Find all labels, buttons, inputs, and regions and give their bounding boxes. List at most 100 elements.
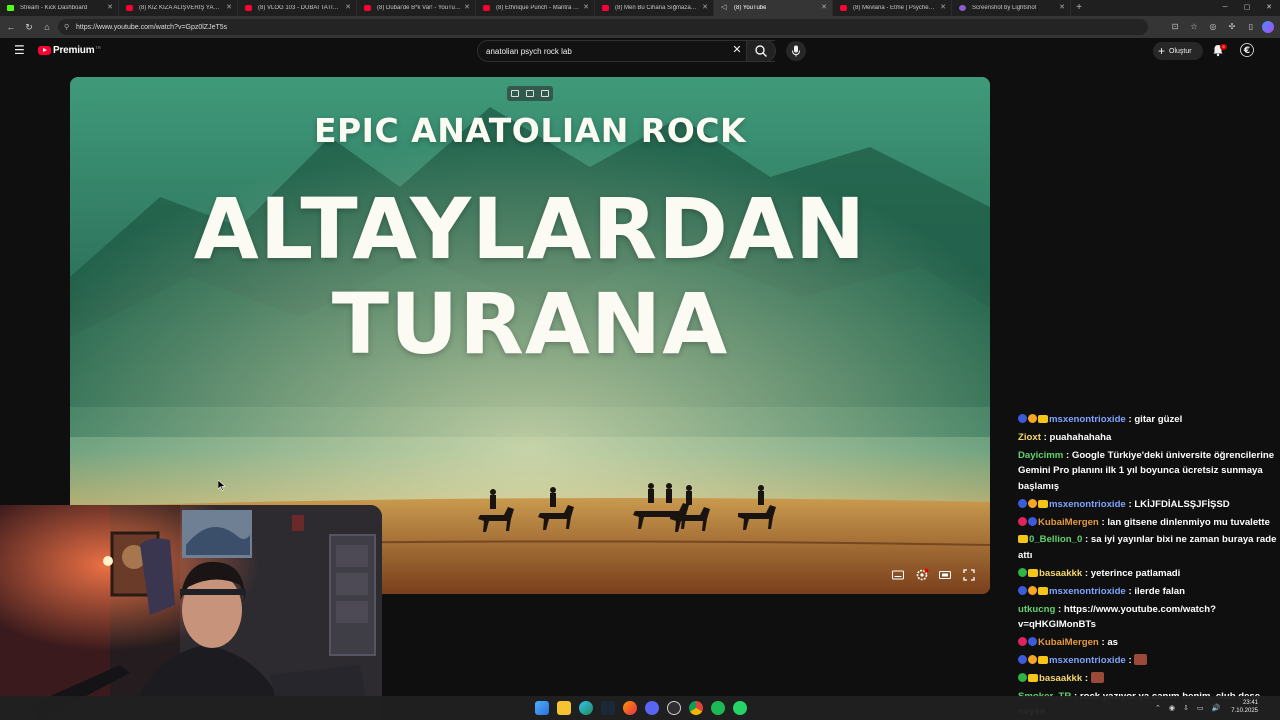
side-panel-icon[interactable]: ▯ [1243,19,1259,35]
chat-username[interactable]: utkucng [1018,604,1055,615]
site-info-icon[interactable]: ⚲ [64,23,76,31]
edge-icon[interactable] [579,701,593,715]
spotify-icon[interactable] [711,701,725,715]
tray-chevron-icon[interactable]: ⌃ [1155,704,1161,712]
volume-icon[interactable]: 🔊 [1211,704,1220,712]
browser-tab[interactable]: (8) KIZ KIZA ALIŞVERİŞ YAPALIM ✕ [119,0,238,16]
chat-username[interactable]: KubaiMergen [1038,517,1099,528]
search-button[interactable] [746,40,776,62]
browser-tab[interactable]: Stream - Kick Dashboard ✕ [0,0,119,16]
extension-icon[interactable]: ◎ [1205,19,1221,35]
chat-message: Dayicimm : Google Türkiye'deki üniversit… [1016,448,1278,495]
tray-download-icon[interactable]: ⇩ [1183,704,1189,712]
browser-tab[interactable]: (8) Mevlana - Etme | Psychedelic ✕ [833,0,952,16]
puzzle-icon[interactable]: ✣ [1224,19,1240,35]
youtube-icon [483,5,490,11]
account-avatar[interactable]: € [1240,43,1254,57]
video-title-line-1: EPIC ANATOLIAN ROCK [313,111,747,150]
close-tab-icon[interactable]: ✕ [107,3,113,11]
firefox-icon[interactable] [623,701,637,715]
close-tab-icon[interactable]: ✕ [464,3,470,11]
profile-avatar[interactable] [1262,21,1274,33]
tab-label: Screenshot by Lightshot [972,5,1037,11]
close-tab-icon[interactable]: ✕ [702,3,708,11]
file-explorer-icon[interactable] [557,701,571,715]
chat-username[interactable]: basaakkk [1039,568,1082,579]
tab-list: Stream - Kick Dashboard ✕ (8) KIZ KIZA ALI… [0,0,1071,16]
browser-tab[interactable]: (8) Dubai'de B*k Var! - YouTube ✕ [357,0,476,16]
tray-app-icon[interactable]: ◉ [1169,704,1175,712]
clock-date: 7.10.2025 [1231,708,1258,714]
install-app-icon[interactable]: ⊡ [1167,19,1183,35]
discord-icon[interactable] [645,701,659,715]
extension-icons: ⊡ ☆ ◎ ✣ ▯ [1167,19,1274,35]
chat-username[interactable]: Zioxt [1018,432,1041,443]
youtube-premium-logo[interactable]: Premium TR [38,45,101,56]
browser-tab[interactable]: (8) VLOG 103 - DUBAİ TATİLİM - Y✕ [238,0,357,16]
chat-message: 0_Bellion_0 : sa iyi yayınlar bixi ne za… [1016,532,1278,563]
moderator-badge-icon [1018,498,1027,508]
youtube-icon [126,5,133,11]
close-tab-icon[interactable]: ✕ [226,3,232,11]
settings-gear-icon[interactable] [915,568,929,582]
moderator-badge-icon [1028,516,1037,526]
address-bar[interactable]: ⚲ https://www.youtube.com/watch?v=Gpz0lZ… [58,19,1148,35]
whatsapp-icon[interactable] [733,701,747,715]
theater-mode-icon[interactable] [938,568,952,582]
maximize-icon[interactable]: ▢ [1236,0,1258,16]
reload-icon[interactable]: ↻ [20,18,38,36]
subscriber-badge-icon [1038,586,1048,595]
video-title-line-3: TURANA [331,275,729,373]
miniplayer-icon[interactable] [510,90,519,97]
screen: { "browser": { "tabs": [ {"label": "Stre… [0,0,1280,720]
windows-taskbar [0,696,1280,720]
chat-username[interactable]: msxenontrioxide [1049,414,1126,425]
bookmark-star-icon[interactable]: ☆ [1186,19,1202,35]
close-tab-icon[interactable]: ✕ [821,3,827,11]
home-icon[interactable]: ⌂ [38,18,56,36]
chat-username[interactable]: KubaiMergen [1038,637,1099,648]
close-tab-icon[interactable]: ✕ [940,3,946,11]
steam-icon[interactable] [601,701,615,715]
chat-username[interactable]: Dayicimm [1018,450,1063,461]
close-tab-icon[interactable]: ✕ [583,3,589,11]
chat-username[interactable]: basaakkk [1039,673,1082,684]
chat-separator: : [1082,534,1091,546]
voice-search-button[interactable] [786,41,806,61]
pip-icon[interactable] [525,90,534,97]
hamburger-menu-icon[interactable]: ☰ [14,44,26,56]
new-tab-button[interactable]: + [1071,0,1087,16]
browser-tab[interactable]: (8) Ethnique Punch - Mantra I Bal ✕ [476,0,595,16]
search-input[interactable] [486,45,726,58]
close-window-icon[interactable]: ✕ [1258,0,1280,16]
browser-tab[interactable]: Screenshot by Lightshot ✕ [952,0,1071,16]
clear-search-icon[interactable]: ✕ [731,44,743,56]
chat-text: LKİJFDİALSŞJFİŞSD [1134,498,1230,510]
chrome-icon[interactable] [689,701,703,715]
taskbar-clock[interactable]: 23:41 7.10.2025 [1228,699,1258,715]
close-tab-icon[interactable]: ✕ [1059,3,1065,11]
browser-tab[interactable]: (8) Men Bu Cihana Sığmazam | Pr ✕ [595,0,714,16]
minimize-icon[interactable]: ─ [1214,0,1236,16]
moderator-badge-icon [1018,414,1027,423]
lightshot-icon [959,5,966,11]
windows-start-icon[interactable] [535,701,549,715]
chat-username[interactable]: msxenontrioxide [1049,586,1126,597]
chat-username[interactable]: msxenontrioxide [1049,655,1126,666]
fullscreen-icon[interactable] [962,568,976,582]
obs-icon[interactable] [667,701,681,715]
chat-username[interactable]: 0_Bellion_0 [1029,534,1082,545]
create-button[interactable]: + Oluştur [1153,42,1203,60]
tray-network-icon[interactable]: ▭ [1197,704,1204,712]
subscriber-badge-icon [1038,499,1048,508]
back-icon[interactable]: ← [2,18,20,36]
share-icon[interactable] [541,90,550,97]
subscriber-badge-icon [1018,535,1028,544]
kick-icon [7,5,14,11]
close-tab-icon[interactable]: ✕ [345,3,351,11]
subtitles-icon[interactable] [891,568,905,582]
browser-tab[interactable]: ◁ (8) YouTube ✕ [714,0,833,16]
chat-username[interactable]: msxenontrioxide [1049,499,1126,510]
tab-label: Stream - Kick Dashboard [20,5,88,11]
speaker-icon: ◁ [721,4,727,11]
